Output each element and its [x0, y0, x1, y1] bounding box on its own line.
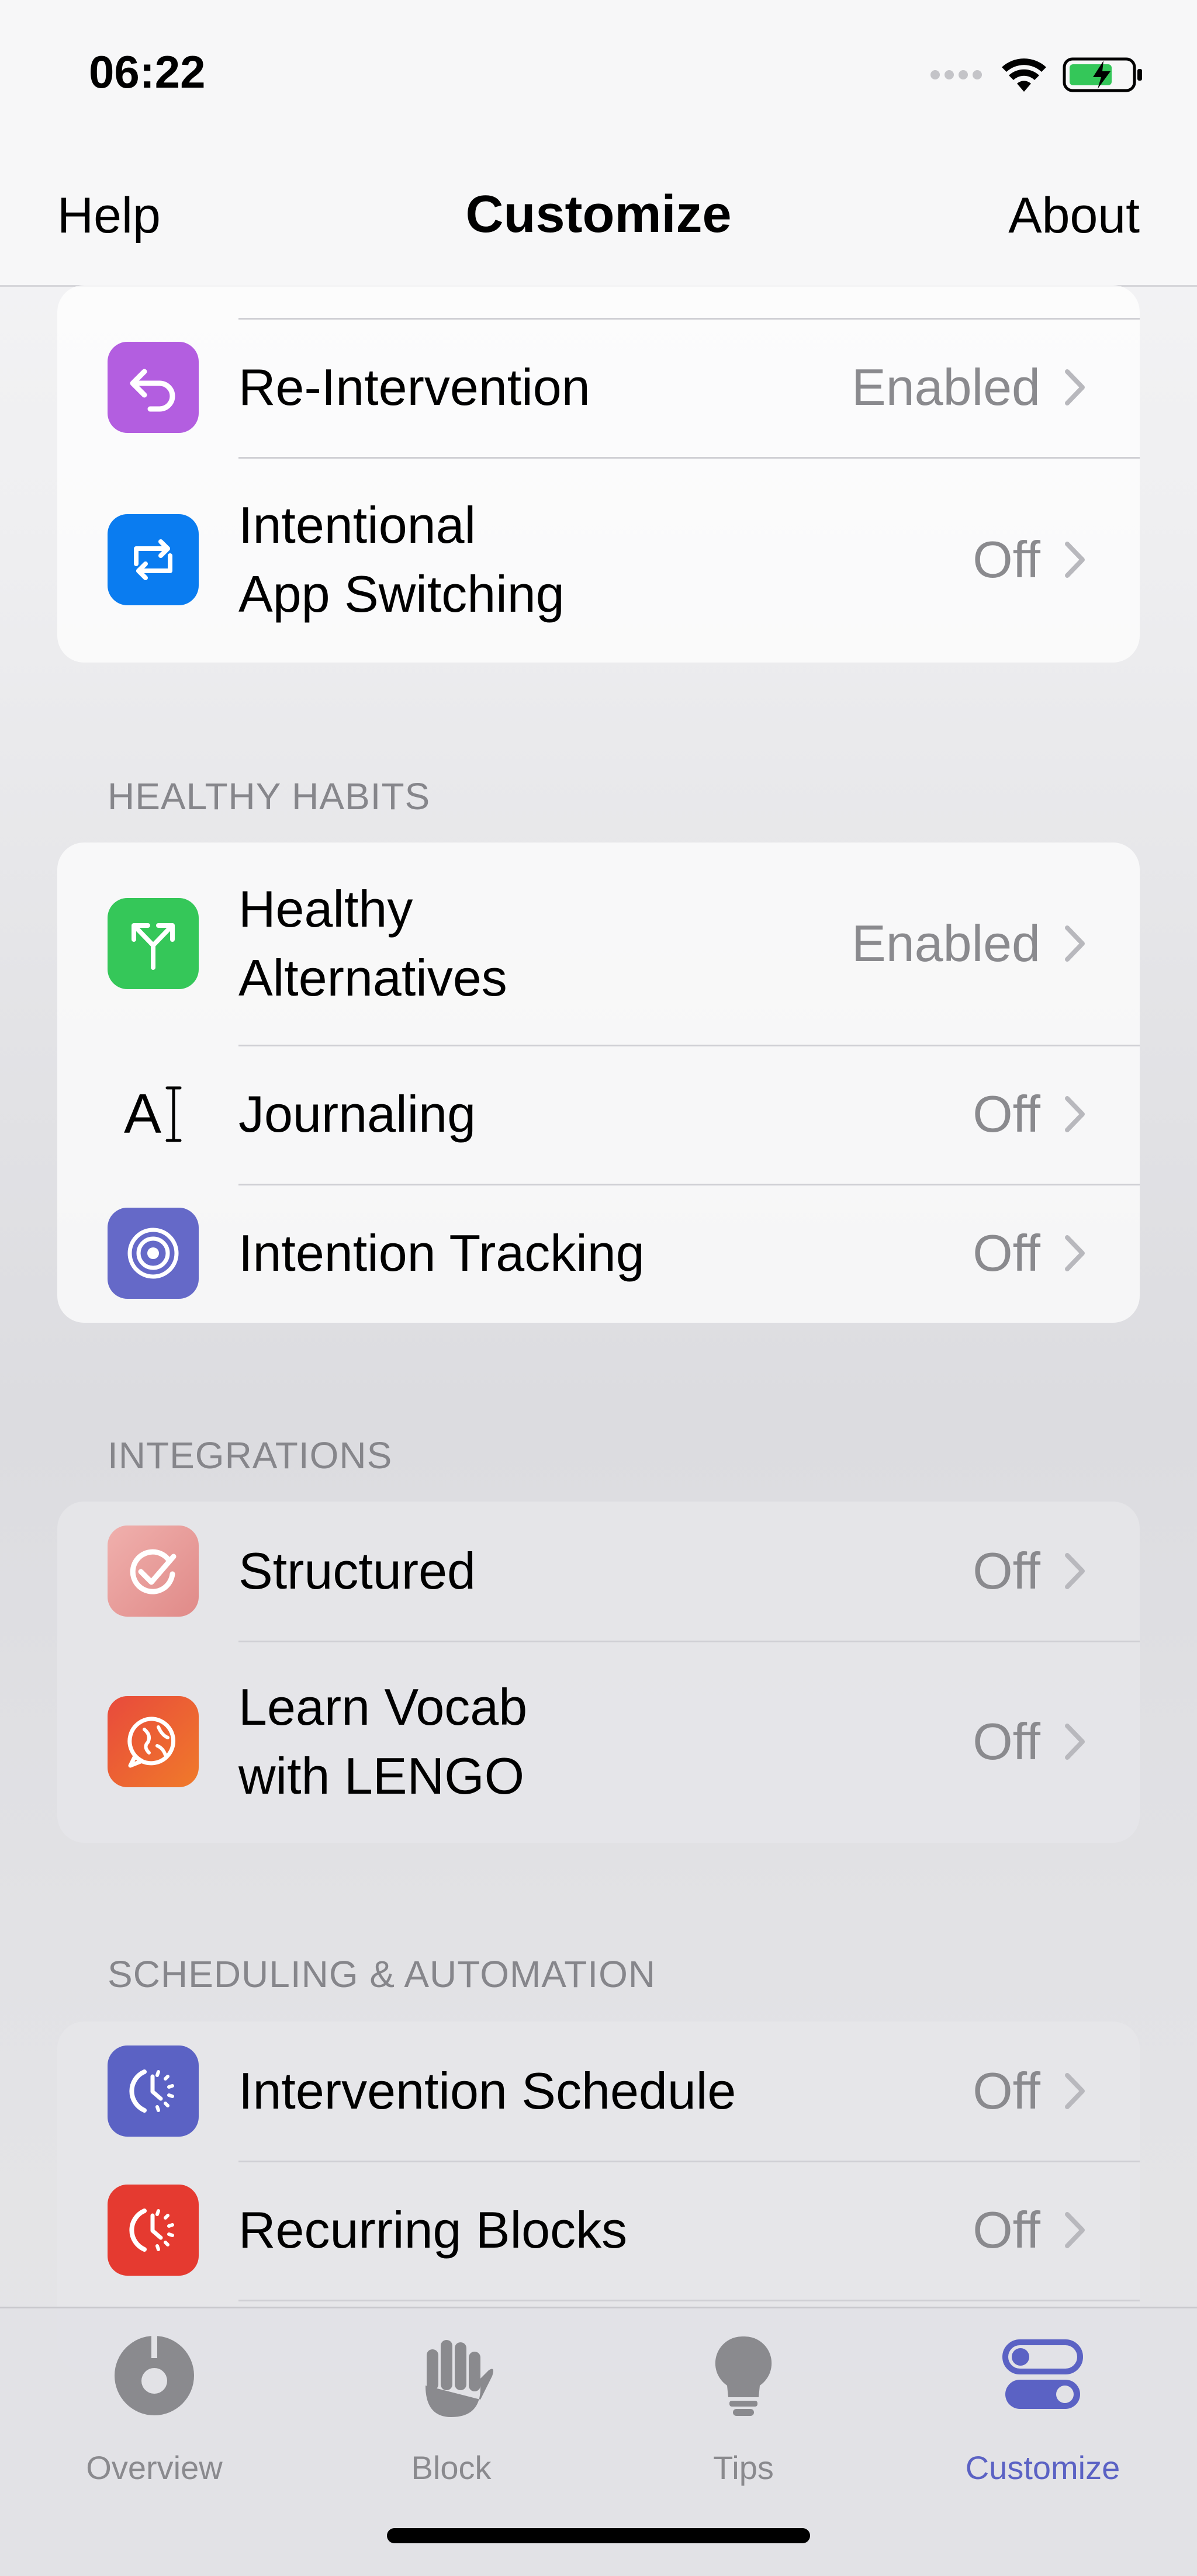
tab-tips-label: Tips — [713, 2449, 774, 2486]
chevron-right-icon — [1065, 1724, 1085, 1760]
row-re-intervention[interactable]: Re-Intervention Enabled — [57, 318, 1140, 457]
customize-screen: 06:22 Help Customize About Re-Interventi… — [0, 0, 1197, 2576]
intention-tracking-label: Intention Tracking — [238, 1224, 645, 1282]
row-intentional-app-switching[interactable]: Intentional App Switching Off — [57, 457, 1140, 663]
recurring-blocks-value: Off — [973, 2201, 1040, 2259]
schedule-icon — [108, 2045, 199, 2137]
structured-check-icon — [108, 1526, 199, 1617]
status-time: 06:22 — [89, 46, 206, 98]
navigation-bar: 06:22 Help Customize About — [0, 0, 1197, 287]
healthy-alternatives-label: Healthy Alternatives — [238, 875, 507, 1013]
re-intervention-value: Enabled — [852, 358, 1040, 416]
structured-label: Structured — [238, 1542, 476, 1600]
target-icon — [108, 1208, 199, 1299]
learn-vocab-label: Learn Vocab with LENGO — [238, 1673, 527, 1811]
intentional-value: Off — [973, 531, 1040, 588]
integrations-card: Structured Off Learn Vocab with LENGO Of… — [57, 1502, 1140, 1843]
text-cursor-icon: A — [108, 1069, 199, 1160]
home-indicator — [387, 2528, 810, 2543]
section-header-healthy-habits: HEALTHY HABITS — [108, 775, 431, 817]
healthy-alternatives-line1: Healthy — [238, 880, 413, 938]
tab-overview-label: Overview — [86, 2449, 223, 2486]
tab-block[interactable]: Block — [364, 2332, 539, 2486]
section-header-scheduling: SCHEDULING & AUTOMATION — [108, 1953, 656, 1995]
battery-charging-icon — [1063, 57, 1142, 92]
journaling-icon-letter: A — [123, 1083, 162, 1145]
chevron-right-icon — [1065, 369, 1085, 405]
row-journaling[interactable]: A Journaling Off — [57, 1045, 1140, 1184]
row-learn-vocab[interactable]: Learn Vocab with LENGO Off — [57, 1641, 1140, 1843]
journaling-value: Off — [973, 1085, 1040, 1143]
fork-arrow-icon — [108, 898, 199, 989]
row-recurring-blocks[interactable]: Recurring Blocks Off — [57, 2161, 1140, 2300]
cellular-icon — [930, 70, 982, 79]
tab-tips[interactable]: Tips — [656, 2332, 831, 2486]
row-healthy-alternatives[interactable]: Healthy Alternatives Enabled — [57, 843, 1140, 1045]
learn-vocab-line2: with LENGO — [238, 1747, 525, 1805]
wifi-icon — [1002, 58, 1046, 92]
section-header-integrations: INTEGRATIONS — [108, 1434, 393, 1476]
learn-vocab-line1: Learn Vocab — [238, 1678, 528, 1736]
chevron-right-icon — [1065, 2212, 1085, 2248]
row-intervention-schedule[interactable]: Intervention Schedule Off — [57, 2022, 1140, 2161]
intervention-card: Re-Intervention Enabled Intentional App … — [57, 285, 1140, 663]
status-icons — [929, 56, 1144, 93]
intentional-label-line1: Intentional — [238, 496, 476, 554]
chevron-right-icon — [1065, 542, 1085, 578]
toggles-icon — [1002, 2339, 1083, 2409]
intentional-label: Intentional App Switching — [238, 491, 565, 629]
hand-icon — [425, 2340, 493, 2417]
tab-overview[interactable]: Overview — [67, 2332, 242, 2486]
re-intervention-label: Re-Intervention — [238, 358, 590, 416]
tab-customize-label: Customize — [965, 2449, 1120, 2486]
structured-value: Off — [973, 1542, 1040, 1600]
healthy-alternatives-line2: Alternatives — [238, 949, 507, 1007]
chevron-right-icon — [1065, 1096, 1085, 1132]
journaling-label: Journaling — [238, 1085, 476, 1143]
intervention-schedule-value: Off — [973, 2062, 1040, 2120]
tab-customize[interactable]: Customize — [955, 2332, 1130, 2486]
row-intention-tracking[interactable]: Intention Tracking Off — [57, 1184, 1140, 1323]
lightbulb-icon — [715, 2336, 772, 2416]
healthy-alternatives-value: Enabled — [852, 914, 1040, 972]
globe-chat-icon — [108, 1696, 199, 1787]
app-switch-icon — [108, 514, 199, 605]
chevron-right-icon — [1065, 1553, 1085, 1589]
learn-vocab-value: Off — [973, 1712, 1040, 1770]
chevron-right-icon — [1065, 925, 1085, 962]
recurring-icon — [108, 2185, 199, 2276]
intention-tracking-value: Off — [973, 1224, 1040, 1282]
overview-icon — [115, 2336, 194, 2415]
re-intervention-icon — [108, 342, 199, 433]
chevron-right-icon — [1065, 1235, 1085, 1271]
recurring-blocks-label: Recurring Blocks — [238, 2201, 628, 2259]
intervention-schedule-label: Intervention Schedule — [238, 2062, 736, 2120]
tab-block-label: Block — [411, 2449, 492, 2486]
row-structured[interactable]: Structured Off — [57, 1502, 1140, 1641]
intentional-label-line2: App Switching — [238, 565, 565, 623]
chevron-right-icon — [1065, 2073, 1085, 2109]
about-button[interactable]: About — [1008, 187, 1140, 245]
healthy-habits-card: Healthy Alternatives Enabled A Journalin… — [57, 843, 1140, 1323]
